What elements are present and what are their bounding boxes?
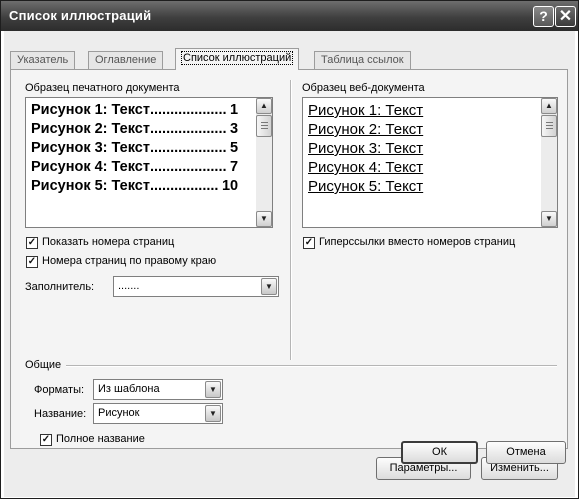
formats-select-value: Из шаблона xyxy=(98,383,160,395)
tab-panel: Образец печатного документа Рисунок 1: Т… xyxy=(10,69,568,480)
print-preview-box[interactable]: Рисунок 1: Текст................... 1 Рис… xyxy=(25,97,273,228)
caption-select[interactable]: Рисунок ▼ xyxy=(93,403,223,424)
title-bar[interactable]: Список иллюстраций ? ✕ xyxy=(1,1,578,31)
formats-select[interactable]: Из шаблона ▼ xyxy=(93,379,223,400)
dropdown-arrow-icon[interactable]: ▼ xyxy=(205,405,221,422)
scroll-thumb[interactable] xyxy=(541,115,557,137)
hyperlinks-checkbox[interactable]: ✓ xyxy=(303,237,315,249)
scroll-up-arrow-icon[interactable]: ▲ xyxy=(256,98,272,114)
general-group-line xyxy=(25,365,557,367)
print-preview-label: Образец печатного документа xyxy=(25,82,180,94)
right-align-checkbox[interactable]: ✓ xyxy=(26,256,38,268)
full-caption-checkbox[interactable]: ✓ xyxy=(40,434,52,446)
close-button[interactable]: ✕ xyxy=(555,6,576,27)
scroll-down-arrow-icon[interactable]: ▼ xyxy=(541,211,557,227)
leader-select[interactable]: ....... ▼ xyxy=(113,276,279,297)
general-group-heading: Общие xyxy=(25,359,67,371)
leader-label: Заполнитель: xyxy=(25,281,95,293)
dropdown-arrow-icon[interactable]: ▼ xyxy=(261,278,277,295)
row-text: Рисунок 2: Текст xyxy=(31,121,150,137)
column-separator xyxy=(290,80,292,360)
help-button[interactable]: ? xyxy=(533,6,554,27)
dialog-client-area: Указатель Оглавление Список иллюстраций … xyxy=(4,31,575,497)
row-page: 7 xyxy=(229,159,239,175)
caption-label: Название: xyxy=(34,408,87,420)
web-preview-box[interactable]: Рисунок 1: Текст Рисунок 2: Текст Рисуно… xyxy=(302,97,558,228)
print-preview-row: Рисунок 4: Текст................... 7 xyxy=(31,158,238,177)
row-page: 3 xyxy=(229,121,239,137)
print-preview-row: Рисунок 1: Текст................... 1 xyxy=(31,101,238,120)
row-leader: ................... xyxy=(149,159,227,175)
caption-select-value: Рисунок xyxy=(98,407,140,419)
print-preview-row: Рисунок 5: Текст................. 10 xyxy=(31,177,238,196)
leader-select-value: ....... xyxy=(118,280,140,292)
row-page: 10 xyxy=(221,178,239,194)
full-caption-label[interactable]: Полное название xyxy=(56,433,145,445)
row-page: 1 xyxy=(229,102,239,118)
row-leader: ................. xyxy=(149,178,219,194)
web-preview-row: Рисунок 4: Текст xyxy=(308,159,424,176)
tab-index[interactable]: Указатель xyxy=(10,51,76,69)
web-preview-row: Рисунок 3: Текст xyxy=(308,140,424,157)
dialog-window: Список иллюстраций ? ✕ Указатель Оглавле… xyxy=(0,0,579,499)
scroll-up-arrow-icon[interactable]: ▲ xyxy=(541,98,557,114)
row-leader: ................... xyxy=(149,140,227,156)
web-preview-row: Рисунок 2: Текст xyxy=(308,121,424,138)
show-page-numbers-checkbox[interactable]: ✓ xyxy=(26,237,38,249)
tab-toc[interactable]: Оглавление xyxy=(88,51,164,69)
right-align-label[interactable]: Номера страниц по правому краю xyxy=(42,255,216,267)
ok-button[interactable]: ОК xyxy=(401,441,478,464)
scroll-down-arrow-icon[interactable]: ▼ xyxy=(256,211,272,227)
row-text: Рисунок 3: Текст xyxy=(31,140,150,156)
scroll-thumb[interactable] xyxy=(256,115,272,137)
tab-figures-list-label: Список иллюстраций xyxy=(180,51,294,65)
print-preview-scrollbar[interactable]: ▲ ▼ xyxy=(256,98,272,227)
dropdown-arrow-icon[interactable]: ▼ xyxy=(205,381,221,398)
hyperlinks-label[interactable]: Гиперссылки вместо номеров страниц xyxy=(319,236,515,248)
tab-table-of-authorities[interactable]: Таблица ссылок xyxy=(314,51,411,69)
row-page: 5 xyxy=(229,140,239,156)
row-leader: ................... xyxy=(149,102,227,118)
dialog-title: Список иллюстраций xyxy=(9,8,152,23)
row-leader: ................... xyxy=(149,121,227,137)
print-preview-row: Рисунок 2: Текст................... 3 xyxy=(31,120,238,139)
formats-label: Форматы: xyxy=(34,384,85,396)
row-text: Рисунок 4: Текст xyxy=(31,159,150,175)
web-preview-scrollbar[interactable]: ▲ ▼ xyxy=(541,98,557,227)
row-text: Рисунок 1: Текст xyxy=(31,102,150,118)
tab-figures-list[interactable]: Список иллюстраций xyxy=(175,48,300,70)
web-preview-row: Рисунок 1: Текст xyxy=(308,102,424,119)
show-page-numbers-label[interactable]: Показать номера страниц xyxy=(42,236,174,248)
web-preview-label: Образец веб-документа xyxy=(302,82,425,94)
row-text: Рисунок 5: Текст xyxy=(31,178,150,194)
cancel-button[interactable]: Отмена xyxy=(486,441,566,464)
web-preview-row: Рисунок 5: Текст xyxy=(308,178,424,195)
print-preview-row: Рисунок 3: Текст................... 5 xyxy=(31,139,238,158)
